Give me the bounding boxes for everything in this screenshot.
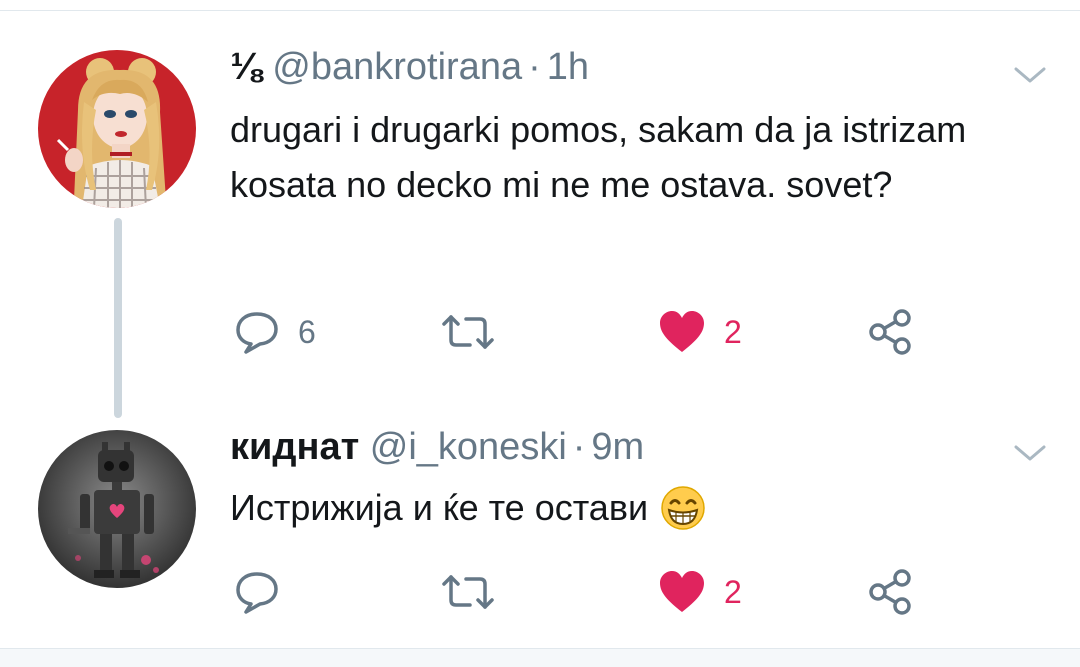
avatar-illustration-robot bbox=[38, 430, 196, 588]
share-icon bbox=[869, 309, 911, 355]
tweet-text: drugari i drugarki pomos, sakam da ja is… bbox=[230, 109, 967, 205]
retweet-button[interactable] bbox=[440, 572, 496, 612]
retweet-icon bbox=[442, 575, 494, 609]
timestamp[interactable]: 9m bbox=[591, 426, 644, 468]
chevron-down-icon[interactable] bbox=[1012, 64, 1048, 86]
top-divider bbox=[0, 10, 1080, 11]
heart-icon bbox=[660, 311, 704, 352]
display-name[interactable]: ⅛ bbox=[230, 46, 262, 88]
heart-icon bbox=[660, 571, 704, 612]
avatar-i-koneski[interactable] bbox=[38, 430, 196, 588]
like-button[interactable]: 2 bbox=[658, 310, 742, 354]
share-button[interactable] bbox=[866, 308, 914, 356]
avatar-bankrotirana[interactable] bbox=[38, 50, 196, 208]
separator: · bbox=[572, 426, 586, 468]
avatar-illustration-girl bbox=[38, 50, 196, 208]
thread-connector-line bbox=[114, 218, 122, 418]
grinning-face-emoji-icon bbox=[661, 485, 705, 530]
chevron-down-icon[interactable] bbox=[1012, 442, 1048, 464]
display-name[interactable]: киднат bbox=[230, 426, 359, 468]
timestamp[interactable]: 1h bbox=[547, 46, 589, 88]
bottom-divider bbox=[0, 648, 1080, 667]
separator: · bbox=[528, 46, 541, 88]
tweet-text: Истрижија и ќе те остави bbox=[230, 487, 649, 528]
share-icon bbox=[869, 569, 911, 615]
retweet-icon bbox=[442, 315, 494, 349]
retweet-button[interactable] bbox=[440, 312, 496, 352]
like-count: 2 bbox=[724, 314, 742, 350]
share-button[interactable] bbox=[866, 568, 914, 616]
tweet-text-row: Истрижија и ќе те остави bbox=[230, 480, 1010, 535]
reply-button[interactable] bbox=[234, 570, 298, 614]
like-button[interactable]: 2 bbox=[658, 570, 742, 614]
handle[interactable]: @bankrotirana bbox=[272, 46, 522, 88]
reply-button[interactable]: 6 bbox=[234, 310, 316, 354]
like-count: 2 bbox=[724, 574, 742, 610]
tweet-header: ⅛ @bankrotirana · 1h bbox=[230, 46, 589, 88]
reply-count: 6 bbox=[298, 314, 316, 350]
reply-icon bbox=[236, 312, 278, 354]
handle[interactable]: @i_koneski bbox=[370, 426, 567, 468]
tweet-header: киднат @i_koneski · 9m bbox=[230, 426, 644, 468]
reply-icon bbox=[236, 572, 278, 614]
